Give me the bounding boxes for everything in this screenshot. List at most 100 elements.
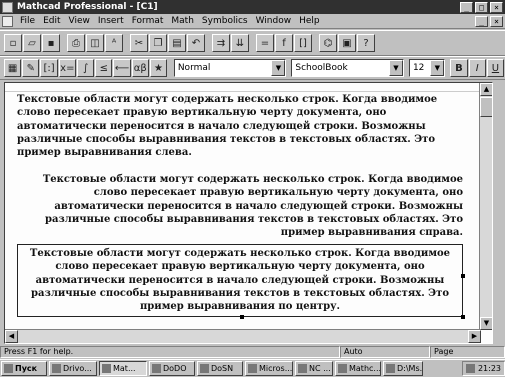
taskbar-item-label: Mathc... [349,364,381,373]
document-system-icon[interactable] [2,15,13,27]
taskbar-item[interactable]: Mathc... [335,361,381,376]
undo-icon[interactable]: ↶ [187,34,205,52]
save-icon[interactable]: ▪ [42,34,60,52]
worksheet[interactable]: Текстовые области могут содержать нескол… [4,82,493,344]
mathcad-app-icon[interactable] [2,1,13,13]
resize-handle-bottom[interactable] [240,315,244,320]
resize-handle-corner[interactable] [461,315,465,320]
print-preview-icon[interactable]: ◫ [86,34,104,52]
top-ruler [5,83,480,92]
align-down-icon[interactable]: ⇊ [231,34,249,52]
bold-button[interactable]: B [450,59,468,77]
system-tray: 21:23 [461,361,505,376]
text-region-left-aligned[interactable]: Текстовые области могут содержать нескол… [17,93,469,159]
tray-icon[interactable] [465,364,475,373]
calculus-icon[interactable]: ∫ [76,59,95,77]
taskbar-item[interactable]: DoDO [149,361,195,376]
size-dropdown-arrow-icon[interactable]: ▼ [430,60,445,76]
menu-file[interactable]: File [16,16,39,26]
boolean-icon[interactable]: ≤ [95,59,113,77]
matrix-icon[interactable]: [:] [40,59,58,77]
status-help-text: Press F1 for help. [0,345,340,358]
doc-close-button[interactable]: × [490,15,503,27]
cut-icon[interactable]: ✂ [130,34,148,52]
programming-icon[interactable]: ⟵ [113,59,131,77]
clock[interactable]: 21:23 [478,364,501,373]
menu-math[interactable]: Math [167,16,198,26]
menu-symbolics[interactable]: Symbolics [198,16,252,26]
start-label: Пуск [15,364,38,373]
taskbar-item[interactable]: DoSN [197,361,243,376]
resource-center-icon[interactable]: ▣ [338,34,356,52]
taskbar-item-label: NC ... [309,364,331,373]
scroll-right-icon[interactable]: ▶ [468,330,481,343]
spell-check-icon[interactable]: ᴬ [105,34,123,52]
size-select[interactable]: 12 ▼ [408,59,446,77]
menu-edit[interactable]: Edit [39,16,64,26]
insert-unit-icon[interactable]: [] [294,34,312,52]
menu-format[interactable]: Format [128,16,168,26]
scroll-up-icon[interactable]: ▲ [480,83,492,96]
evaluation-icon[interactable]: x= [58,59,76,77]
vertical-scrollbar[interactable]: ▲ ▼ [479,83,492,330]
text-region-centered-selected[interactable]: Текстовые области могут содержать нескол… [17,244,465,320]
help-icon[interactable]: ? [357,34,375,52]
standard-toolbar: ▫ ▱ ▪ ⎙ ◫ ᴬ ✂ ❐ ▤ ↶ ⇉ ⇊ = f [] ⌬ ▣ ? [0,30,505,56]
font-dropdown-arrow-icon[interactable]: ▼ [388,60,403,76]
style-value: Normal [177,63,211,73]
status-bar: Press F1 for help. Auto Page [0,345,505,358]
taskbar-item[interactable]: NC ... [295,361,333,376]
copy-icon[interactable]: ❐ [149,34,167,52]
taskbar-item[interactable]: Drivo... [49,361,97,376]
taskbar-item[interactable]: Micros... [245,361,293,376]
taskbar: Пуск Drivo... Mat... DoDO DoSN Micros...… [0,359,505,377]
scroll-left-icon[interactable]: ◀ [5,330,18,343]
size-value: 12 [412,63,425,73]
resize-handle-right[interactable] [461,273,465,278]
taskbar-item[interactable]: D:\Ms... [383,361,423,376]
new-document-icon[interactable]: ▫ [4,34,22,52]
greek-icon[interactable]: αβ [131,59,149,77]
font-value: SchoolBook [295,63,348,73]
font-select[interactable]: SchoolBook ▼ [291,59,404,77]
taskbar-item-label: DoDO [163,364,187,373]
open-icon[interactable]: ▱ [23,34,41,52]
status-mode: Auto [340,345,430,358]
paste-icon[interactable]: ▤ [168,34,186,52]
underline-button[interactable]: U [486,59,505,77]
graph-icon[interactable]: ✎ [22,59,40,77]
status-page: Page [430,345,505,358]
style-dropdown-arrow-icon[interactable]: ▼ [271,60,286,76]
taskbar-item-active[interactable]: Mat... [99,361,147,376]
print-icon[interactable]: ⎙ [67,34,85,52]
component-icon[interactable]: ⌬ [319,34,337,52]
scroll-down-icon[interactable]: ▼ [480,317,492,330]
menu-help[interactable]: Help [295,16,324,26]
text-region-right-aligned[interactable]: Текстовые области могут содержать нескол… [15,173,463,239]
symbolic-icon[interactable]: ★ [149,59,168,77]
vertical-scroll-thumb[interactable] [480,97,492,117]
close-button[interactable]: × [490,1,503,13]
centered-region-text: Текстовые области могут содержать нескол… [29,248,451,313]
align-across-icon[interactable]: ⇉ [212,34,230,52]
taskbar-item-label: D:\Ms... [397,364,423,373]
maximize-button[interactable]: □ [475,1,488,13]
minimize-button[interactable]: _ [460,1,473,13]
mathcad-icon [102,364,111,373]
formatting-toolbar: ▦ ✎ [:] x= ∫ ≤ ⟵ αβ ★ Normal ▼ SchoolBoo… [0,56,505,80]
app-icon [200,364,209,373]
horizontal-scrollbar[interactable]: ◀ ▶ [5,329,481,343]
italic-button[interactable]: I [468,59,486,77]
style-select[interactable]: Normal ▼ [173,59,287,77]
menu-window[interactable]: Window [252,16,296,26]
doc-minimize-button[interactable]: _ [475,15,488,27]
app-icon [386,364,395,373]
menu-insert[interactable]: Insert [94,16,128,26]
menu-view[interactable]: View [65,16,94,26]
calculator-icon[interactable]: ▦ [4,59,22,77]
app-icon [338,364,347,373]
calculate-icon[interactable]: = [256,34,274,52]
start-button[interactable]: Пуск [1,361,47,376]
document-window-controls: _ × [475,15,505,27]
insert-function-icon[interactable]: f [275,34,293,52]
